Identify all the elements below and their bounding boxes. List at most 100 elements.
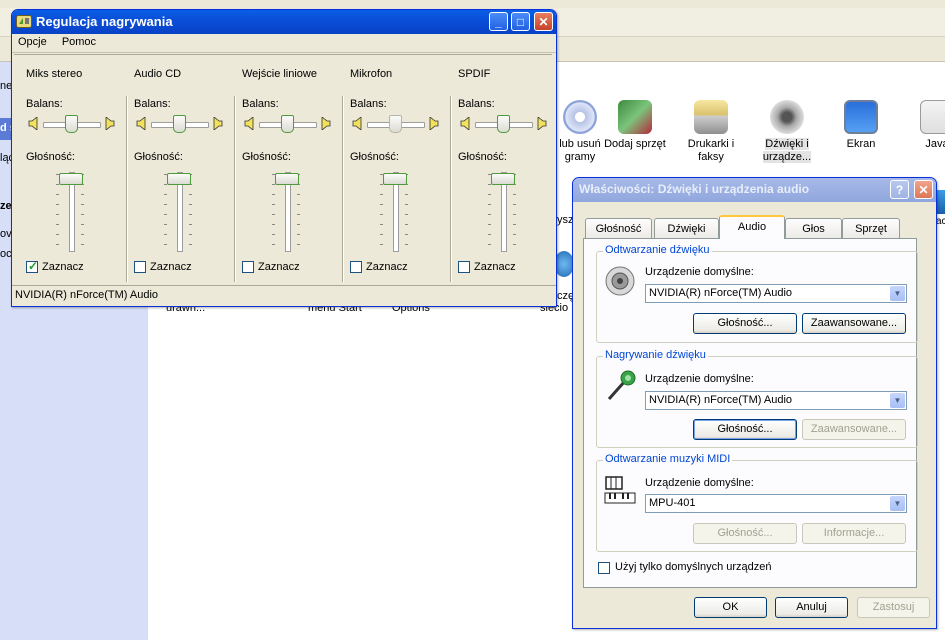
speaker-right-icon bbox=[321, 117, 331, 130]
mixer-titlebar[interactable]: Regulacja nagrywania _ □ ✕ bbox=[12, 10, 556, 34]
cp-icon-sounds[interactable]: Dźwięki i urządze... bbox=[752, 100, 822, 164]
close-button[interactable]: ✕ bbox=[914, 180, 933, 199]
cp-icon-label: lub usuń gramy bbox=[559, 138, 601, 163]
select-checkbox-stereo-mix[interactable]: ✓ bbox=[26, 259, 39, 273]
menu-help[interactable]: Pomoc bbox=[56, 34, 102, 50]
volume-slider-microphone[interactable] bbox=[383, 173, 407, 185]
volume-tick bbox=[513, 234, 516, 235]
volume-tick bbox=[488, 244, 491, 245]
volume-tick bbox=[380, 214, 383, 215]
select-label: Zaznacz bbox=[474, 261, 516, 273]
cd-icon bbox=[563, 100, 597, 134]
mixer-app-icon bbox=[16, 15, 32, 28]
recording-device-label: Urządzenie domyślne: bbox=[645, 373, 754, 385]
volume-tick bbox=[297, 234, 300, 235]
chevron-down-icon: ▼ bbox=[890, 286, 905, 301]
volume-tick bbox=[56, 204, 59, 205]
checkmark-icon: ✓ bbox=[28, 259, 39, 273]
volume-tick bbox=[164, 214, 167, 215]
minimize-icon: _ bbox=[495, 15, 502, 29]
midi-info-button[interactable]: Informacje... bbox=[802, 523, 906, 544]
maximize-button[interactable]: □ bbox=[511, 12, 530, 31]
apply-button[interactable]: Zastosuj bbox=[857, 597, 930, 618]
volume-tick bbox=[488, 214, 491, 215]
display-icon bbox=[844, 100, 878, 134]
balance-slider-line-in[interactable] bbox=[281, 115, 294, 133]
volume-tick bbox=[56, 244, 59, 245]
audio-tab-panel: Odtwarzanie dźwięku Urządzenie domyślne:… bbox=[583, 238, 918, 588]
dialog-title: Właściwości: Dźwięki i urządzenia audio bbox=[579, 182, 810, 196]
balance-label: Balans: bbox=[242, 98, 279, 110]
balance-slider-spdif[interactable] bbox=[497, 115, 510, 133]
select-checkbox-microphone[interactable] bbox=[350, 261, 362, 273]
speaker-left-icon bbox=[28, 117, 38, 130]
playback-device-select[interactable]: NVIDIA(R) nForce(TM) Audio ▼ bbox=[645, 284, 907, 303]
chevron-down-icon: ▼ bbox=[890, 393, 905, 408]
volume-tick bbox=[189, 244, 192, 245]
select-checkbox-line-in[interactable] bbox=[242, 261, 254, 273]
tab-audio[interactable]: Audio bbox=[719, 215, 785, 239]
globe-icon bbox=[554, 251, 574, 277]
select-checkbox-spdif[interactable] bbox=[458, 261, 470, 273]
volume-tick bbox=[272, 204, 275, 205]
tab-hardware[interactable]: Sprzęt bbox=[842, 218, 900, 238]
select-label: Zaznacz bbox=[366, 261, 408, 273]
volume-tick bbox=[405, 194, 408, 195]
channel-name-stereo-mix: Miks stereo bbox=[26, 68, 83, 80]
channel-name-spdif: SPDIF bbox=[458, 68, 491, 80]
question-icon: ? bbox=[895, 183, 904, 197]
volume-tick bbox=[513, 194, 516, 195]
channel-separator bbox=[450, 96, 452, 282]
balance-slider-microphone[interactable] bbox=[389, 115, 402, 133]
playback-volume-button[interactable]: Głośność... bbox=[693, 313, 797, 334]
default-devices-only-checkbox[interactable] bbox=[598, 562, 610, 574]
maximize-icon: □ bbox=[516, 15, 525, 29]
volume-slider-audio-cd[interactable] bbox=[167, 173, 191, 185]
recording-device-select[interactable]: NVIDIA(R) nForce(TM) Audio ▼ bbox=[645, 391, 907, 410]
volume-tick bbox=[380, 194, 383, 195]
cp-icon-display[interactable]: Ekran bbox=[826, 100, 896, 151]
help-button[interactable]: ? bbox=[890, 180, 909, 199]
cp-icon-label: Drukarki i faksy bbox=[687, 138, 735, 163]
cp-icon-java[interactable]: Java bbox=[902, 100, 945, 151]
tab-volume[interactable]: Głośność bbox=[585, 218, 652, 238]
cancel-button[interactable]: Anuluj bbox=[775, 597, 848, 618]
close-icon: ✕ bbox=[538, 15, 549, 29]
volume-tick bbox=[405, 204, 408, 205]
menu-options[interactable]: Opcje bbox=[12, 34, 53, 50]
select-checkbox-audio-cd[interactable] bbox=[134, 261, 146, 273]
channel-separator bbox=[126, 96, 128, 282]
volume-tick bbox=[513, 204, 516, 205]
midi-volume-button[interactable]: Głośność... bbox=[693, 523, 797, 544]
midi-device-select[interactable]: MPU-401 ▼ bbox=[645, 494, 907, 513]
recording-group: Nagrywanie dźwięku Urządzenie domyślne: … bbox=[596, 349, 918, 448]
recording-advanced-button[interactable]: Zaawansowane... bbox=[802, 419, 906, 440]
volume-tick bbox=[81, 234, 84, 235]
speaker-right-icon bbox=[429, 117, 439, 130]
recording-volume-button[interactable]: Głośność... bbox=[693, 419, 797, 440]
volume-tick bbox=[189, 224, 192, 225]
volume-slider-stereo-mix[interactable] bbox=[59, 173, 83, 185]
select-label: Zaznacz bbox=[258, 261, 300, 273]
cp-icon-add-hardware[interactable]: Dodaj sprzęt bbox=[600, 100, 670, 151]
balance-label: Balans: bbox=[458, 98, 495, 110]
tab-sounds[interactable]: Dźwięki bbox=[654, 218, 719, 238]
mixer-title: Regulacja nagrywania bbox=[36, 14, 173, 29]
volume-slider-spdif[interactable] bbox=[491, 173, 515, 185]
playback-advanced-button[interactable]: Zaawansowane... bbox=[802, 313, 906, 334]
tab-voice[interactable]: Głos bbox=[785, 218, 842, 238]
ok-button[interactable]: OK bbox=[694, 597, 767, 618]
close-button[interactable]: ✕ bbox=[534, 12, 553, 31]
volume-tick bbox=[272, 224, 275, 225]
volume-tick bbox=[81, 224, 84, 225]
java-icon bbox=[920, 100, 945, 134]
minimize-button[interactable]: _ bbox=[489, 12, 508, 31]
speaker-right-icon bbox=[105, 117, 115, 130]
volume-tick bbox=[272, 194, 275, 195]
balance-slider-audio-cd[interactable] bbox=[173, 115, 186, 133]
volume-slider-line-in[interactable] bbox=[275, 173, 299, 185]
printer-icon bbox=[694, 100, 728, 134]
balance-slider-stereo-mix[interactable] bbox=[65, 115, 78, 133]
sound-properties-titlebar[interactable]: Właściwości: Dźwięki i urządzenia audio … bbox=[573, 178, 936, 202]
cp-icon-printers[interactable]: Drukarki i faksy bbox=[676, 100, 746, 164]
